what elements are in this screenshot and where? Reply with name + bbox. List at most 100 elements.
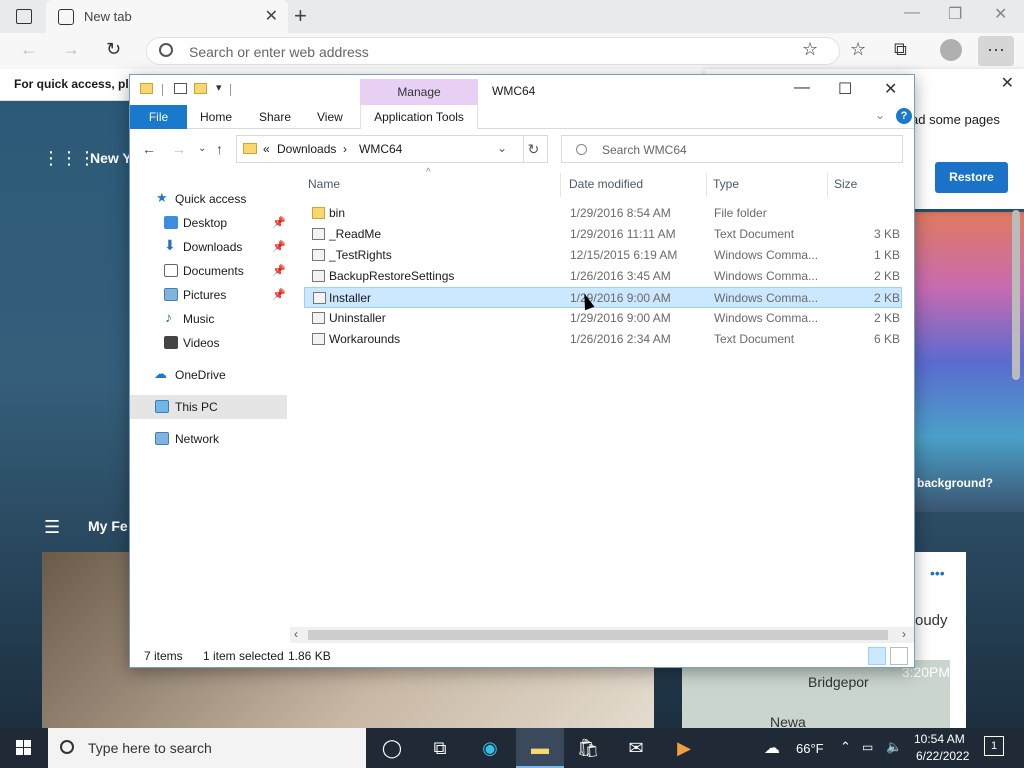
table-row[interactable]: _ReadMe 1/29/2016 11:11 AM Text Document… bbox=[304, 224, 902, 245]
column-header-type[interactable]: Type bbox=[707, 169, 827, 199]
add-favorite-icon[interactable]: ☆ bbox=[802, 39, 818, 60]
column-header-name[interactable]: Name ^ bbox=[298, 167, 560, 199]
cortana-button[interactable]: ◯ bbox=[368, 728, 416, 768]
taskbar-search-box[interactable]: Type here to search bbox=[48, 728, 366, 768]
maximize-icon[interactable]: ☐ bbox=[838, 79, 852, 99]
media-taskbar-button[interactable]: ▶ bbox=[660, 728, 708, 768]
restore-window-icon[interactable]: ❐ bbox=[948, 4, 962, 24]
clock-date[interactable]: 6/22/2022 bbox=[916, 749, 969, 763]
tab-actions-icon[interactable] bbox=[10, 6, 38, 28]
column-header-date[interactable]: Date modified bbox=[561, 169, 706, 199]
map-card[interactable]: 3:20PM Bridgepor Newa bbox=[682, 660, 950, 728]
help-icon[interactable]: ? bbox=[896, 108, 912, 124]
sidebar-item-network[interactable]: Network bbox=[130, 427, 287, 451]
horizontal-scrollbar[interactable]: ‹ › bbox=[290, 627, 914, 643]
minimize-icon[interactable]: — bbox=[794, 79, 810, 97]
tab-file[interactable]: File bbox=[130, 105, 187, 129]
network-icon[interactable]: ▭ bbox=[862, 740, 873, 754]
new-folder-icon[interactable] bbox=[194, 83, 207, 94]
breadcrumb-wmc64[interactable]: WMC64 bbox=[359, 142, 402, 156]
sidebar-item-documents[interactable]: Documents 📌 bbox=[130, 259, 287, 283]
close-icon[interactable]: ✕ bbox=[884, 79, 897, 99]
table-row[interactable]: Workarounds 1/26/2016 2:34 AM Text Docum… bbox=[304, 329, 902, 350]
weather-icon[interactable]: ☁ bbox=[764, 738, 780, 758]
chevron-up-icon[interactable]: ⌃ bbox=[840, 739, 851, 755]
up-icon[interactable]: ↑ bbox=[216, 141, 223, 157]
breadcrumb-downloads[interactable]: Downloads bbox=[277, 142, 336, 156]
minimize-icon[interactable]: — bbox=[904, 4, 920, 22]
restore-button[interactable]: Restore bbox=[935, 162, 1008, 193]
pin-icon[interactable]: 📌 bbox=[272, 288, 286, 301]
sidebar-item-videos[interactable]: Videos bbox=[130, 331, 287, 355]
tab-view[interactable]: View bbox=[317, 110, 343, 124]
mail-taskbar-button[interactable]: ✉ bbox=[612, 728, 660, 768]
table-row[interactable]: bin 1/29/2016 8:54 AM File folder bbox=[304, 203, 902, 224]
search-input[interactable]: Search WMC64 bbox=[561, 135, 903, 163]
volume-icon[interactable]: 🔈 bbox=[886, 739, 902, 755]
pin-icon[interactable]: 📌 bbox=[272, 240, 286, 253]
sidebar-item-pictures[interactable]: Pictures 📌 bbox=[130, 283, 287, 307]
close-window-icon[interactable]: ✕ bbox=[994, 4, 1007, 24]
close-tab-icon[interactable]: ✕ bbox=[265, 6, 278, 26]
sidebar-item-desktop[interactable]: Desktop 📌 bbox=[130, 211, 287, 235]
sidebar-item-onedrive[interactable]: ☁ OneDrive bbox=[130, 363, 287, 387]
refresh-icon[interactable]: ↻ bbox=[106, 39, 121, 60]
scroll-left-icon[interactable]: ‹ bbox=[294, 627, 298, 641]
chevron-right-icon[interactable]: › bbox=[343, 142, 347, 156]
table-row[interactable]: Uninstaller 1/29/2016 9:00 AM Windows Co… bbox=[304, 308, 902, 329]
scroll-thumb[interactable] bbox=[308, 630, 888, 640]
file-size: 6 KB bbox=[873, 332, 900, 346]
properties-icon[interactable] bbox=[174, 83, 187, 94]
sidebar-item-downloads[interactable]: ⬇ Downloads 📌 bbox=[130, 235, 287, 259]
refresh-button[interactable]: ↻ bbox=[520, 135, 548, 163]
table-row-selected[interactable]: Installer 1/29/2016 9:00 AM Windows Comm… bbox=[304, 287, 902, 308]
favorites-icon[interactable]: ☆ bbox=[850, 39, 866, 60]
tab-share[interactable]: Share bbox=[259, 110, 291, 124]
collections-icon[interactable]: ⧉ bbox=[894, 39, 907, 60]
tab-home[interactable]: Home bbox=[200, 110, 232, 124]
close-popup-icon[interactable]: ✕ bbox=[1001, 73, 1014, 93]
store-taskbar-button[interactable]: 🛍 bbox=[564, 728, 612, 768]
feed-menu-icon[interactable]: ☰ bbox=[44, 517, 60, 538]
card-more-icon[interactable]: ••• bbox=[930, 565, 945, 581]
apps-launcher-icon[interactable]: ⋮⋮⋮ bbox=[42, 148, 96, 169]
tab-new-tab[interactable]: New tab ✕ bbox=[46, 0, 288, 33]
file-name: BackupRestoreSettings bbox=[329, 269, 455, 283]
table-row[interactable]: _TestRights 12/15/2015 6:19 AM Windows C… bbox=[304, 245, 902, 266]
recent-locations-icon[interactable]: ⌄ bbox=[198, 143, 206, 154]
more-options-button[interactable]: ··· bbox=[978, 36, 1014, 66]
clock-time[interactable]: 10:54 AM bbox=[914, 732, 965, 746]
sidebar-item-music[interactable]: ♪ Music bbox=[130, 307, 287, 331]
tab-application-tools[interactable]: Application Tools bbox=[360, 105, 478, 129]
details-view-button[interactable] bbox=[868, 647, 886, 665]
pin-icon[interactable]: 📌 bbox=[272, 216, 286, 229]
page-scrollbar[interactable] bbox=[1012, 210, 1020, 380]
column-header-size[interactable]: Size bbox=[828, 169, 906, 199]
network-icon bbox=[155, 432, 169, 445]
profile-avatar[interactable] bbox=[940, 39, 962, 61]
sidebar-item-quick-access[interactable]: ★ Quick access bbox=[130, 187, 287, 211]
back-icon[interactable]: ← bbox=[20, 39, 38, 60]
expand-ribbon-icon[interactable]: ⌄ bbox=[875, 108, 885, 122]
path-overflow[interactable]: « bbox=[263, 142, 270, 156]
file-explorer-taskbar-button[interactable]: ▬ bbox=[516, 728, 564, 768]
manage-tab[interactable]: Manage bbox=[360, 79, 478, 105]
address-bar[interactable]: Search or enter web address bbox=[146, 37, 840, 65]
task-view-button[interactable]: ⧉ bbox=[416, 728, 464, 768]
customize-toolbar-icon[interactable]: ▾ bbox=[216, 81, 222, 94]
pin-icon[interactable]: 📌 bbox=[272, 264, 286, 277]
edge-taskbar-button[interactable]: ◉ bbox=[466, 728, 514, 768]
sidebar-item-this-pc[interactable]: This PC bbox=[130, 395, 287, 419]
start-button[interactable] bbox=[0, 728, 48, 768]
scroll-right-icon[interactable]: › bbox=[902, 627, 906, 641]
forward-icon[interactable]: → bbox=[62, 39, 80, 60]
large-icons-view-button[interactable] bbox=[890, 647, 908, 665]
notifications-icon[interactable]: 1 bbox=[984, 736, 1004, 756]
weather-temperature[interactable]: 66°F bbox=[796, 741, 824, 756]
table-row[interactable]: BackupRestoreSettings 1/26/2016 3:45 AM … bbox=[304, 266, 902, 287]
new-tab-button[interactable]: + bbox=[294, 3, 307, 29]
forward-icon[interactable]: → bbox=[172, 141, 186, 157]
chevron-down-icon[interactable]: ⌄ bbox=[497, 141, 507, 155]
back-icon[interactable]: ← bbox=[142, 141, 156, 157]
path-bar[interactable]: « Downloads › WMC64 ⌄ bbox=[236, 135, 524, 163]
